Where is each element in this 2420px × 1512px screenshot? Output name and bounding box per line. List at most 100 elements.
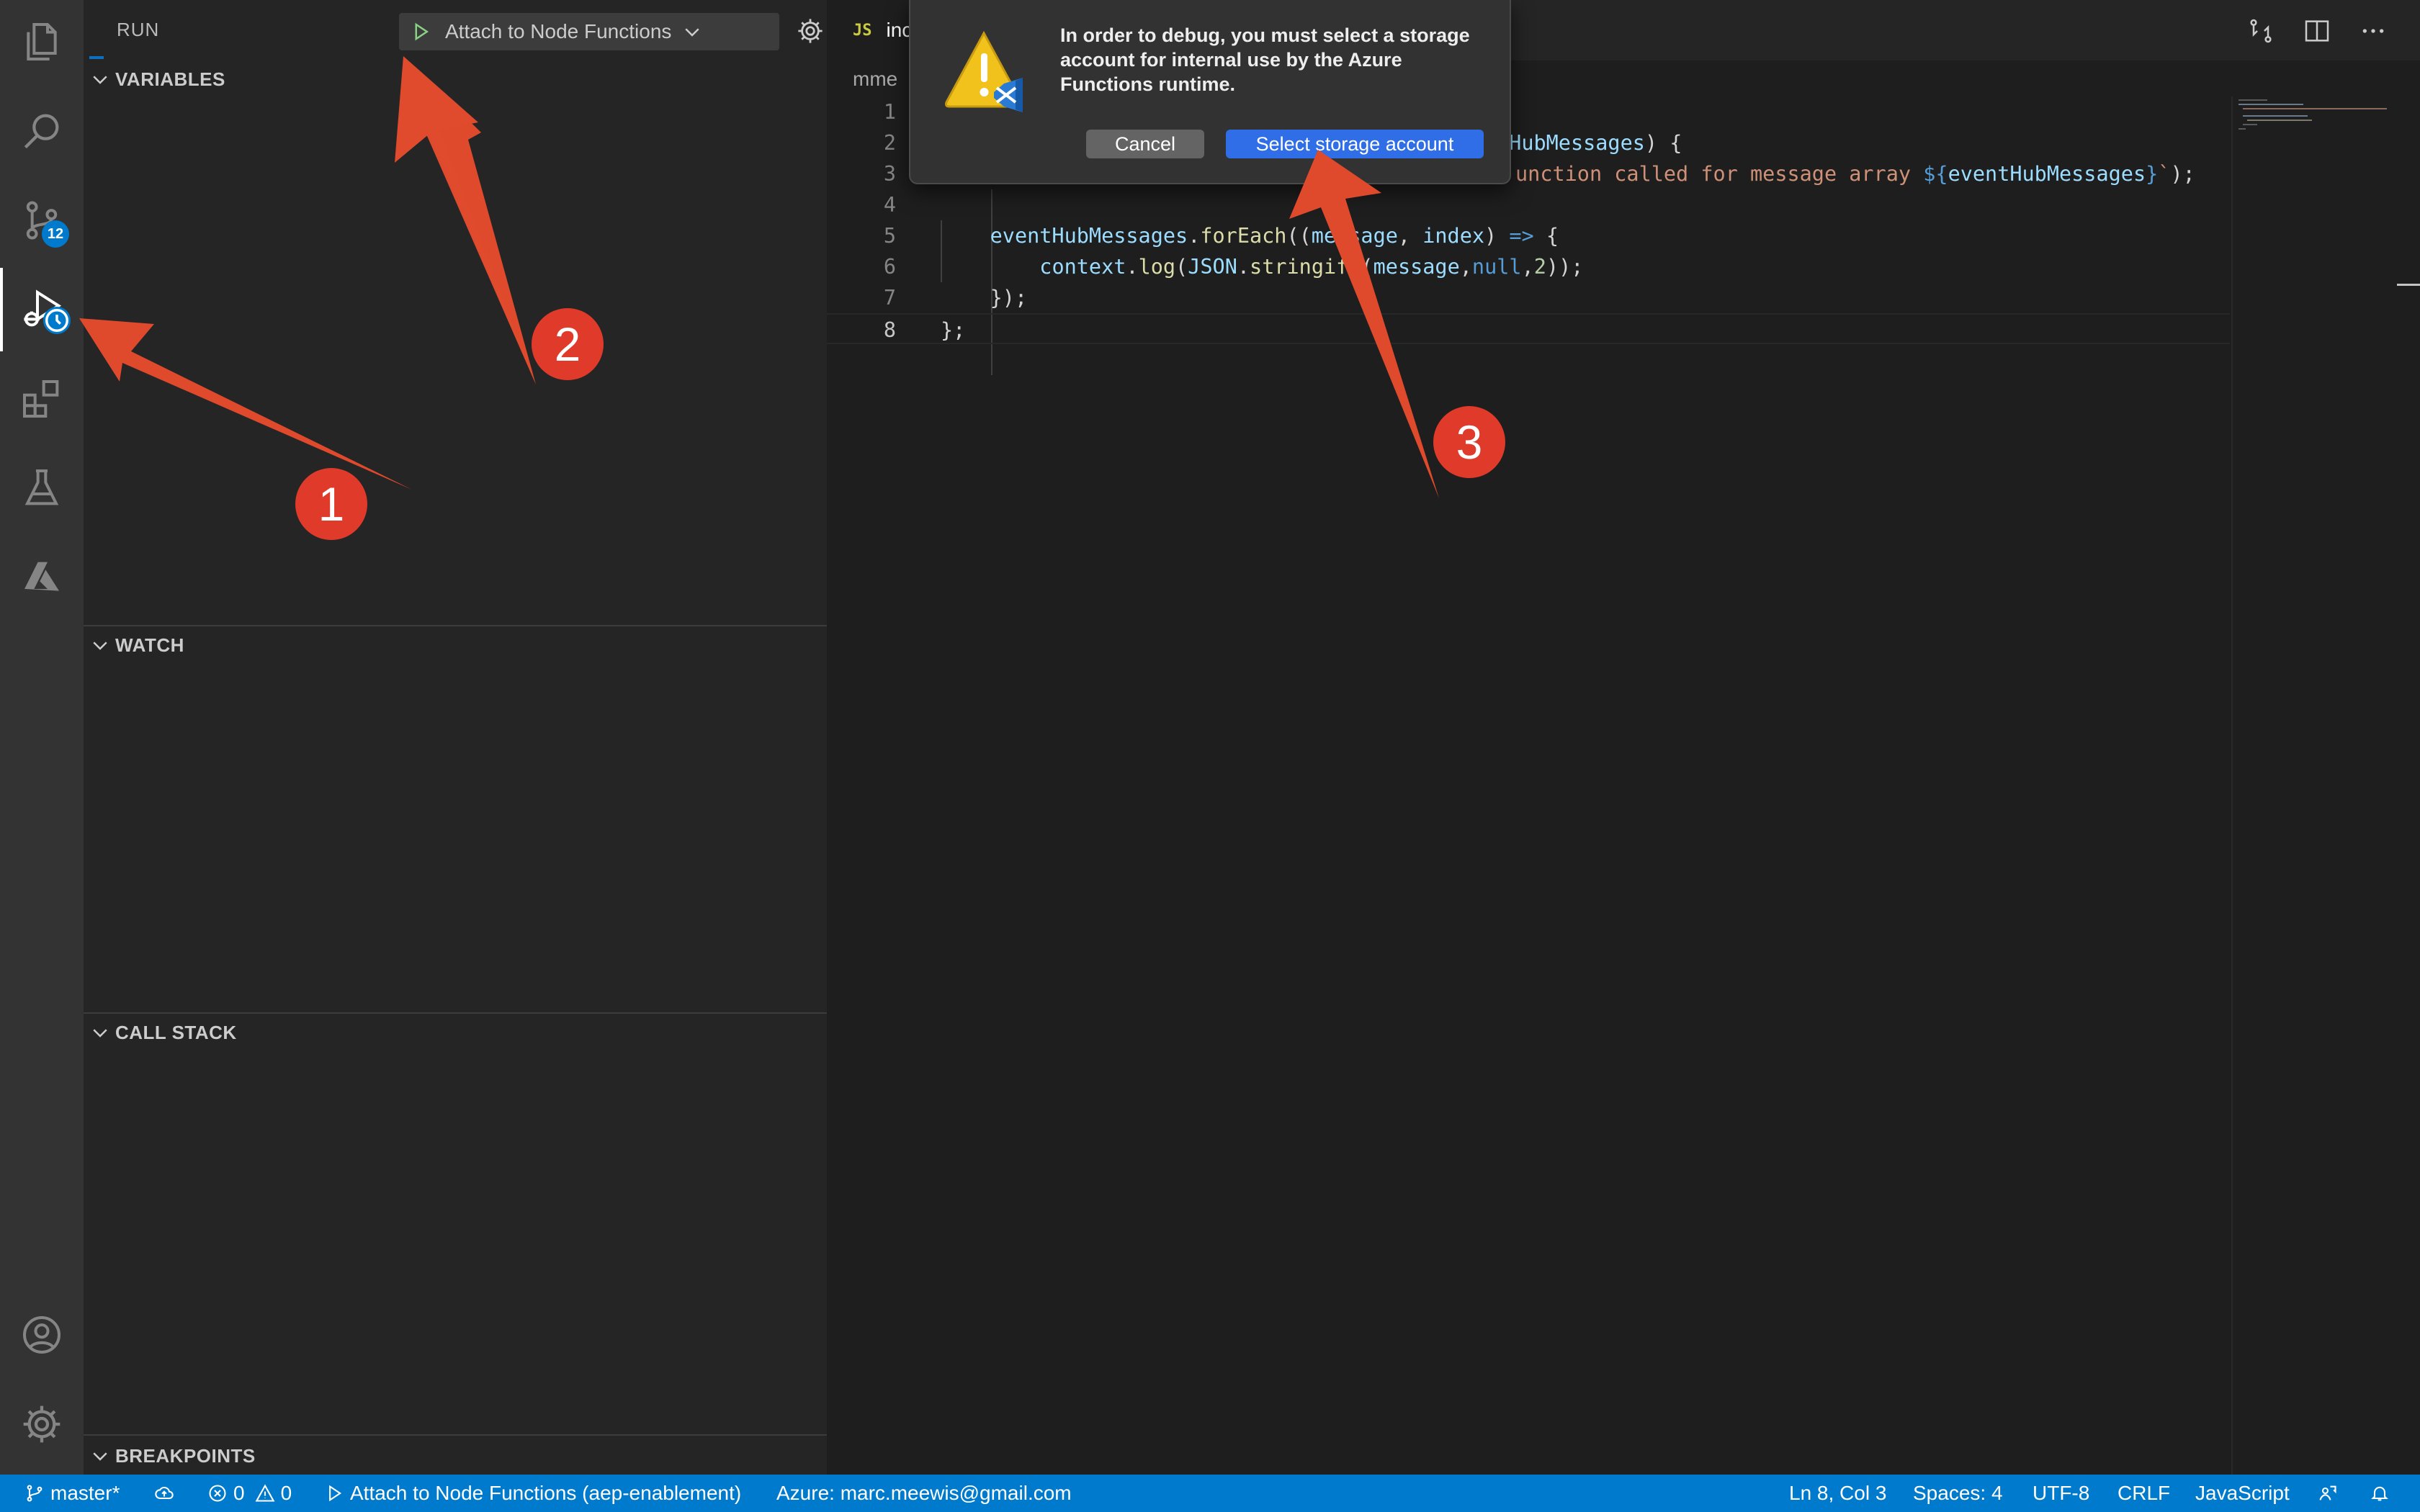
testing-icon: [24, 469, 59, 505]
source-control-button[interactable]: 12: [0, 179, 84, 262]
accounts-button[interactable]: [0, 1293, 84, 1377]
warning-icon: [945, 30, 1023, 112]
cancel-button[interactable]: Cancel: [1086, 130, 1204, 158]
open-launch-json-button[interactable]: [794, 14, 827, 48]
code-text: unction called for message array ${event…: [1515, 162, 2195, 186]
activity-bar: 12: [0, 0, 84, 1475]
search-button[interactable]: [0, 89, 84, 173]
sync-status[interactable]: [154, 1475, 180, 1512]
feedback-icon: [2319, 1485, 2336, 1500]
annotation-number-1: 1: [295, 468, 367, 540]
play-icon: [329, 1485, 342, 1502]
open-changes-button[interactable]: [2244, 14, 2277, 48]
git-branch-icon: [27, 1485, 42, 1502]
chevron-down-icon: [93, 76, 107, 84]
call-stack-header[interactable]: CALL STACK: [84, 1015, 827, 1050]
explorer-button[interactable]: [0, 0, 84, 84]
line-number: 7: [883, 286, 896, 310]
cloud-upload-icon: [155, 1487, 174, 1500]
azure-icon: [24, 562, 59, 591]
language-mode[interactable]: JavaScript: [2195, 1475, 2290, 1512]
progress-indicator: [89, 56, 104, 59]
line-number: 8: [883, 318, 896, 342]
annotation-number-2: 2: [532, 308, 604, 380]
compare-changes-icon: [2250, 19, 2272, 43]
line-number: 1: [883, 100, 896, 124]
js-file-icon: JS: [853, 21, 872, 40]
section-divider: [84, 1434, 827, 1436]
sidebar-header: RUN Attach to Node Functions: [84, 0, 879, 60]
watch-title: WATCH: [115, 634, 184, 656]
code-text: };: [941, 318, 966, 342]
chevron-down-icon: [93, 1029, 107, 1038]
minimap[interactable]: [2231, 96, 2420, 1475]
run-sidebar: RUN Attach to Node Functions VARIABLES W…: [84, 0, 879, 1475]
extensions-icon: [22, 380, 59, 418]
watch-header[interactable]: WATCH: [84, 628, 827, 662]
play-icon: [415, 22, 429, 41]
azure-account-status[interactable]: Azure: marc.meewis@gmail.com: [776, 1475, 1072, 1512]
debug-config-label: Attach to Node Functions: [445, 20, 672, 42]
warning-icon: [255, 1484, 275, 1502]
minimap-preview: [2238, 99, 2387, 130]
call-stack-title: CALL STACK: [115, 1021, 237, 1043]
dialog-message: In order to debug, you must select a sto…: [1060, 24, 1470, 95]
line-number: 3: [883, 162, 896, 186]
branch-status[interactable]: master*: [24, 1475, 120, 1512]
encoding-status[interactable]: UTF-8: [2033, 1475, 2089, 1512]
branch-name: master*: [50, 1482, 120, 1504]
settings-gear-icon: [23, 1405, 60, 1443]
feedback-button[interactable]: [2318, 1475, 2344, 1512]
indentation-status[interactable]: Spaces: 4: [1913, 1475, 2003, 1512]
line-number: 2: [883, 131, 896, 155]
select-storage-account-button[interactable]: Select storage account: [1226, 130, 1484, 158]
account-icon: [23, 1316, 60, 1354]
warning-count: 0: [280, 1482, 292, 1504]
code-text: eventHubMessages.forEach((message, index…: [990, 224, 1559, 248]
debug-config-dropdown[interactable]: Attach to Node Functions: [399, 13, 779, 50]
chevron-down-icon: [93, 642, 107, 650]
section-divider: [84, 1012, 827, 1014]
start-debugging-button[interactable]: [406, 17, 435, 46]
run-debug-button[interactable]: [0, 268, 84, 351]
line-number: 6: [883, 255, 896, 279]
code-line: 6 context.log(JSON.stringify(message,nul…: [827, 251, 2230, 282]
testing-button[interactable]: [0, 446, 84, 530]
error-count: 0: [233, 1482, 245, 1504]
split-editor-icon: [2305, 20, 2329, 42]
section-divider: [84, 625, 827, 626]
code-line: 4: [827, 189, 2230, 220]
current-code-line: 8 };: [827, 313, 2230, 344]
code-line: 7 });: [827, 282, 2230, 313]
debug-status[interactable]: Attach to Node Functions (aep-enablement…: [324, 1475, 741, 1512]
problems-status[interactable]: 0 0: [207, 1475, 292, 1512]
cursor-position[interactable]: Ln 8, Col 3: [1789, 1475, 1886, 1512]
variables-header[interactable]: VARIABLES: [84, 62, 827, 96]
variables-title: VARIABLES: [115, 68, 225, 90]
notifications-button[interactable]: [2370, 1475, 2396, 1512]
code-text: tHubMessages) {: [1497, 131, 1682, 155]
files-icon: [27, 23, 57, 60]
breakpoints-header[interactable]: BREAKPOINTS: [84, 1439, 827, 1473]
gear-icon: [798, 19, 823, 43]
debug-config-status: Attach to Node Functions (aep-enablement…: [350, 1482, 742, 1504]
clock-icon: [43, 307, 71, 334]
split-editor-button[interactable]: [2300, 14, 2334, 48]
extensions-button[interactable]: [0, 357, 84, 441]
search-icon: [24, 114, 59, 149]
annotation-number-3: 3: [1433, 406, 1505, 478]
ellipsis-icon: [2362, 29, 2384, 33]
line-number: 4: [883, 193, 896, 217]
breadcrumb[interactable]: mme: [853, 68, 897, 91]
manage-button[interactable]: [0, 1382, 84, 1466]
more-actions-button[interactable]: [2357, 14, 2390, 48]
azure-button[interactable]: [0, 536, 84, 619]
tab-label: inc: [886, 19, 913, 41]
storage-account-dialog: In order to debug, you must select a sto…: [909, 0, 1511, 184]
eol-status[interactable]: CRLF: [2118, 1475, 2170, 1512]
code-text: context.log(JSON.stringify(message,null,…: [1039, 255, 1584, 279]
sidebar-title: RUN: [117, 19, 160, 40]
code-text: });: [941, 286, 1028, 310]
bell-icon: [2371, 1486, 2388, 1501]
chevron-down-icon: [93, 1452, 107, 1461]
